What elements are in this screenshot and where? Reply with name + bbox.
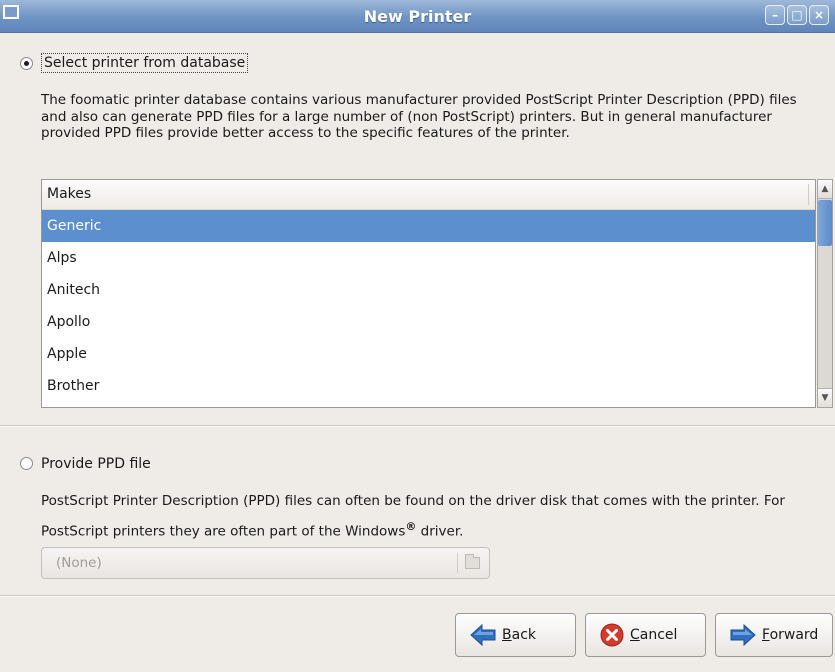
scroll-down-icon[interactable]: ▼	[818, 388, 832, 407]
cancel-mnemonic: C	[630, 627, 640, 643]
database-description: The foomatic printer database contains v…	[41, 92, 797, 141]
forward-arrow-icon	[730, 624, 756, 646]
separator	[0, 425, 835, 427]
cancel-label: ancel	[639, 627, 678, 643]
list-item[interactable]: Anitech	[42, 274, 815, 306]
forward-label: orward	[769, 627, 819, 643]
file-chooser-value: (None)	[56, 555, 102, 571]
cancel-button[interactable]: Cancel	[585, 613, 706, 657]
list-item[interactable]: Generic	[42, 210, 815, 242]
minimize-icon[interactable]: –	[765, 5, 785, 25]
list-item[interactable]: Apollo	[42, 306, 815, 338]
back-arrow-icon	[470, 624, 496, 646]
forward-mnemonic: F	[762, 627, 770, 643]
list-item[interactable]: Brother	[42, 370, 815, 402]
file-chooser-divider	[457, 553, 458, 573]
separator	[0, 595, 835, 597]
ppd-description: PostScript Printer Description (PPD) fil…	[41, 488, 831, 545]
ppd-description-end: driver.	[416, 523, 464, 540]
provide-ppd-file-label[interactable]: Provide PPD file	[41, 455, 151, 473]
makes-column-header[interactable]: Makes	[42, 180, 815, 210]
registered-mark: ®	[405, 520, 417, 533]
window-title: New Printer	[363, 7, 472, 26]
list-item[interactable]: Apple	[42, 338, 815, 370]
folder-icon	[465, 554, 480, 569]
back-button[interactable]: Back	[455, 613, 576, 657]
makes-list[interactable]: Makes Generic Alps Anitech Apollo Apple …	[41, 179, 816, 408]
ppd-file-chooser[interactable]: (None)	[41, 547, 490, 579]
scroll-up-icon[interactable]: ▲	[818, 180, 832, 199]
list-item[interactable]: Alps	[42, 242, 815, 274]
makes-list-scrollbar[interactable]: ▲ ▼	[817, 179, 833, 408]
radio-provide-ppd-file[interactable]	[20, 457, 33, 470]
select-from-database-label[interactable]: Select printer from database	[41, 53, 249, 73]
back-mnemonic: B	[502, 627, 512, 643]
title-bar[interactable]: New Printer – □ ×	[0, 0, 835, 33]
scrollbar-thumb[interactable]	[818, 200, 832, 246]
cancel-icon	[600, 623, 624, 647]
close-icon[interactable]: ×	[809, 5, 829, 25]
back-label: ack	[511, 627, 536, 643]
forward-button[interactable]: Forward	[715, 613, 833, 657]
radio-select-from-database[interactable]	[20, 57, 33, 70]
maximize-icon[interactable]: □	[787, 5, 807, 25]
